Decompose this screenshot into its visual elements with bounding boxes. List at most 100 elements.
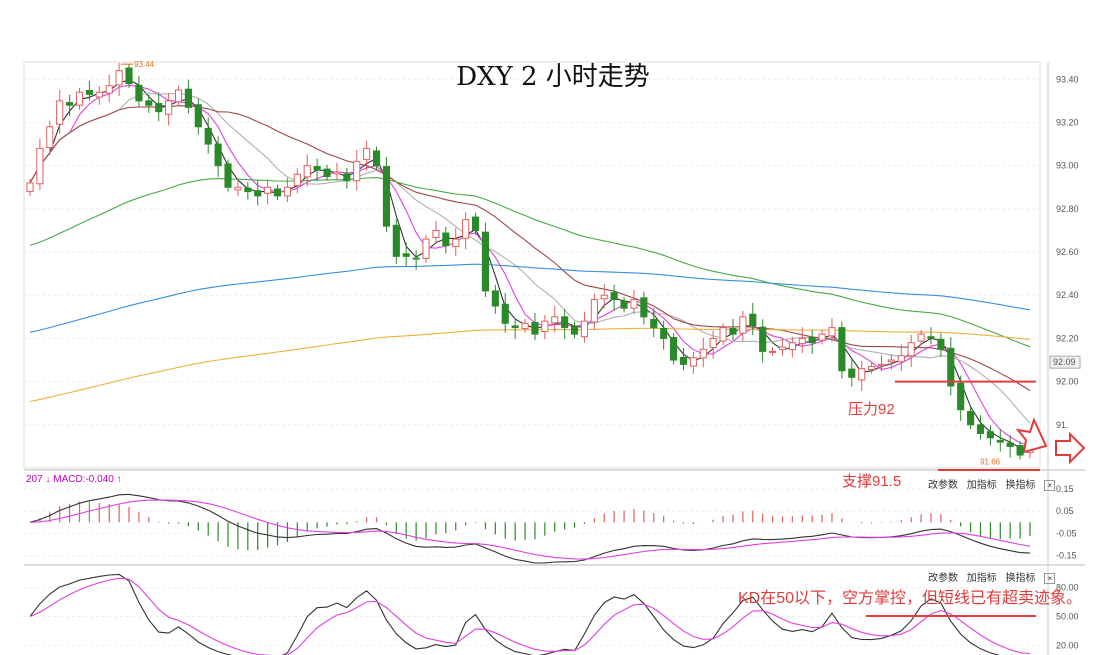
candle-body	[986, 431, 994, 439]
candle-body	[145, 100, 153, 106]
candle-body	[749, 313, 757, 326]
candle-body	[798, 337, 806, 345]
candle-body	[848, 368, 856, 378]
candle-body	[382, 166, 391, 227]
candle-body	[570, 325, 579, 335]
candle-body	[165, 100, 173, 115]
candle-body	[838, 327, 846, 372]
macd-y-tick-label: -0.15	[1056, 551, 1077, 561]
candle-body	[224, 163, 232, 188]
ma-blue-line	[29, 263, 1031, 333]
candle-body	[818, 333, 826, 341]
candle-body	[254, 190, 262, 197]
macd-y-tick-label: 0.05	[1056, 506, 1074, 516]
candle-body	[858, 368, 866, 381]
candle-body	[778, 346, 787, 351]
candle-body	[640, 297, 648, 318]
candle-body	[442, 232, 450, 247]
candle-body	[976, 424, 985, 434]
candle-body	[937, 338, 945, 350]
macd-toolbar: 改参数 加指标 换指标 ×	[928, 476, 1061, 491]
candle-body	[769, 350, 777, 353]
candle-body	[868, 366, 876, 371]
candle-body	[957, 382, 965, 411]
candle-body	[917, 333, 925, 342]
candle-body	[689, 357, 697, 367]
main-y-tick-label: 92.80	[1056, 204, 1079, 214]
candle-body	[333, 171, 341, 175]
macd-edit-params-button[interactable]: 改参数	[928, 480, 958, 491]
ma-green-line	[29, 177, 1031, 348]
main-y-tick-label: 93.00	[1056, 161, 1079, 171]
support-annotation: 支撑91.5	[842, 473, 902, 490]
candle-body	[630, 299, 638, 309]
candle-body	[788, 342, 796, 351]
candle-body	[531, 321, 539, 335]
candle-body	[580, 320, 589, 338]
candle-body	[996, 439, 1004, 443]
candle-body	[432, 229, 440, 238]
candle-body	[679, 356, 688, 365]
candle-body	[481, 231, 490, 292]
candle-body	[759, 326, 767, 352]
candle-body	[323, 168, 331, 177]
macd-add-indicator-button[interactable]: 加指标	[967, 480, 997, 491]
candle-body	[501, 303, 509, 324]
candle-body	[669, 337, 678, 361]
candle-body	[491, 290, 499, 307]
candle-body	[471, 216, 480, 231]
candle-body	[372, 150, 381, 167]
candle-body	[739, 316, 747, 334]
candle-body	[214, 143, 222, 167]
candle-body	[699, 348, 707, 359]
candle-body	[462, 219, 470, 239]
low-marker-label: 91.66	[980, 458, 1001, 467]
macd-close-icon[interactable]: ×	[1044, 479, 1056, 491]
ma-gray-line	[29, 92, 1031, 424]
candle-body	[808, 337, 816, 344]
candle-body	[313, 166, 321, 171]
candle-body	[452, 238, 460, 247]
candle-body	[709, 337, 717, 348]
candle-body	[194, 104, 202, 128]
candle-body	[620, 300, 628, 309]
candle-body	[343, 173, 351, 182]
candle-body	[353, 160, 361, 182]
candle-body	[561, 316, 569, 329]
candle-body	[927, 336, 935, 339]
candle-body	[590, 299, 598, 323]
candle-body	[610, 292, 618, 301]
macd-switch-indicator-button[interactable]: 换指标	[1006, 480, 1036, 491]
ma-magenta-line	[29, 84, 1031, 447]
macd-dif-line	[29, 493, 1031, 564]
candle-body	[600, 294, 608, 300]
main-y-tick-label: 93.20	[1056, 117, 1079, 127]
kd-switch-indicator-button[interactable]: 换指标	[1006, 573, 1036, 584]
kd-add-indicator-button[interactable]: 加指标	[967, 573, 997, 584]
macd-value-label: 207 ↓ MACD:-0.040 ↑	[26, 474, 122, 485]
candle-body	[303, 165, 311, 178]
candle-body	[511, 325, 519, 329]
kd-edit-params-button[interactable]: 改参数	[928, 573, 958, 584]
last-price-label: 92.09	[1053, 357, 1076, 367]
main-y-tick-label: 91.	[1056, 420, 1069, 430]
candle-body	[283, 186, 291, 197]
candle-body	[650, 318, 658, 329]
ma-black-line	[29, 79, 1031, 450]
resistance-annotation: 压力92	[848, 401, 895, 418]
candle-body	[887, 359, 895, 363]
chart-title: DXY 2 小时走势	[456, 62, 650, 92]
candle-body	[897, 355, 905, 363]
candle-body	[551, 316, 559, 324]
candle-body	[363, 147, 371, 161]
candle-body	[729, 327, 737, 335]
kd-y-tick-label: 50.00	[1056, 612, 1079, 622]
candle-body	[155, 102, 163, 113]
right-arrow-icon	[1055, 431, 1086, 465]
candle-body	[967, 410, 975, 426]
candle-body	[947, 347, 955, 387]
macd-dea-line	[29, 499, 1031, 560]
candle-body	[412, 257, 420, 260]
candle-body	[660, 327, 668, 339]
kd-close-icon[interactable]: ×	[1044, 572, 1056, 584]
